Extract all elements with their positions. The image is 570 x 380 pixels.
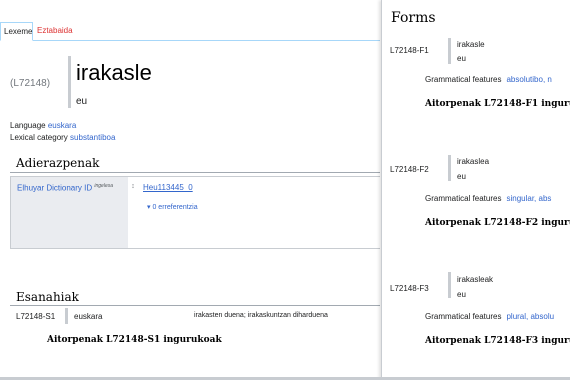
senses-heading-rule <box>10 305 380 306</box>
sense-statements-heading: Aitorpenak L72148-S1 ingurukoak <box>47 335 222 345</box>
statement-property-language: ingelesa <box>94 183 114 189</box>
forms-heading: Forms <box>391 10 436 26</box>
form-id: L72148-F3 <box>390 284 429 293</box>
form-id: L72148-F2 <box>390 165 429 174</box>
statement-property: Elhuyar Dictionary ID ingelesa <box>17 183 113 193</box>
form-statements-heading: Aitorpenak L72148-F3 ingurukoak <box>425 336 570 346</box>
tab-lexeme[interactable]: Lexeme <box>0 22 33 41</box>
form-language: eu <box>457 54 466 63</box>
language-row: Language euskara <box>10 121 76 130</box>
form-id: L72148-F1 <box>390 46 429 55</box>
lexical-category-label: Lexical category <box>10 133 68 142</box>
form-representation: irakasleak <box>457 275 494 284</box>
sense-id: L72148-S1 <box>16 312 56 321</box>
form-representation: irakaslea <box>457 157 490 166</box>
lexical-category-link[interactable]: substantiboa <box>70 133 115 142</box>
form-divider <box>448 272 451 298</box>
statement-property-link[interactable]: Elhuyar Dictionary ID <box>17 184 92 193</box>
references-count: 0 erreferentzia <box>152 204 198 211</box>
lemma-text: irakasle <box>76 60 152 85</box>
statement-group: Elhuyar Dictionary ID ingelesa ↕ Heu1134… <box>10 176 381 249</box>
language-link[interactable]: euskara <box>48 121 76 130</box>
lexical-category-row: Lexical category substantiboa <box>10 133 115 142</box>
grammatical-features-label: Grammatical features <box>425 194 502 203</box>
references-toggle[interactable]: ▾ 0 erreferentzia <box>147 203 198 211</box>
lemma-language-code: eu <box>76 96 88 107</box>
grammatical-features-row: Grammatical features plural, absolu <box>425 312 554 321</box>
grammatical-features-value[interactable]: plural, absolu <box>506 312 554 321</box>
statement-value-panel: ↕ Heu113445_0 ▾ 0 erreferentzia <box>128 177 381 248</box>
form-divider <box>448 38 451 64</box>
forms-panel: Forms L72148-F1 irakasle eu Grammatical … <box>381 0 570 380</box>
statements-heading-rule <box>10 172 380 173</box>
tab-discussion[interactable]: Eztabaida <box>34 22 76 41</box>
sense-divider <box>65 308 68 324</box>
expand-triangle-icon: ▾ <box>147 204 151 211</box>
lexeme-id: (L72148) <box>10 78 51 89</box>
language-label: Language <box>10 121 46 130</box>
sense-gloss: irakasten duena; irakaskuntzan diharduen… <box>194 312 328 319</box>
grammatical-features-value[interactable]: singular, abs <box>506 194 551 203</box>
grammatical-features-row: Grammatical features singular, abs <box>425 194 551 203</box>
form-representation: irakasle <box>457 40 485 49</box>
rank-selector-icon[interactable]: ↕ <box>130 182 136 191</box>
lexeme-main-page: Lexeme Eztabaida (L72148) irakasle eu La… <box>0 0 381 380</box>
form-language: eu <box>457 172 466 181</box>
form-divider <box>448 155 451 181</box>
form-statements-heading: Aitorpenak L72148-F1 ingurukoak <box>425 99 570 109</box>
statement-value-link[interactable]: Heu113445_0 <box>143 183 193 192</box>
grammatical-features-label: Grammatical features <box>425 75 502 84</box>
form-statements-heading: Aitorpenak L72148-F2 ingurukoak <box>425 218 570 228</box>
sense-language: euskara <box>74 312 103 321</box>
grammatical-features-row: Grammatical features absolutibo, n <box>425 75 552 84</box>
lemma-divider <box>68 56 71 108</box>
page-tabs: Lexeme Eztabaida <box>0 22 380 41</box>
form-language: eu <box>457 290 466 299</box>
grammatical-features-label: Grammatical features <box>425 312 502 321</box>
statements-heading: Adierazpenak <box>16 156 100 170</box>
grammatical-features-value[interactable]: absolutibo, n <box>506 75 551 84</box>
senses-heading: Esanahiak <box>16 290 79 304</box>
